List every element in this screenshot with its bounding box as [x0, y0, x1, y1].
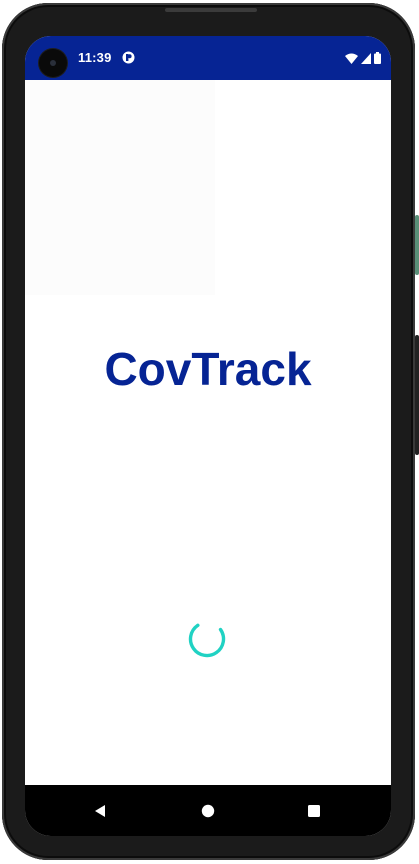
- earpiece-speaker: [165, 8, 257, 12]
- recents-icon[interactable]: [302, 799, 326, 823]
- device-screen: 11:39 CovTrack: [25, 36, 391, 836]
- status-bar: 11:39: [25, 36, 391, 80]
- back-icon[interactable]: [88, 799, 112, 823]
- power-button: [415, 215, 419, 275]
- background-panel: [25, 80, 215, 295]
- front-camera: [39, 49, 67, 77]
- status-time: 11:39: [78, 50, 112, 65]
- device-viewport: 11:39 CovTrack: [0, 0, 419, 864]
- home-icon[interactable]: [196, 799, 220, 823]
- splash-screen: CovTrack: [25, 80, 391, 785]
- progress-spinner: [186, 618, 228, 660]
- wifi-icon: [345, 53, 358, 64]
- app-notification-icon: [122, 51, 135, 64]
- status-icons: [345, 51, 381, 65]
- app-title: CovTrack: [104, 343, 312, 395]
- volume-button: [415, 335, 419, 455]
- navigation-bar: [25, 785, 391, 836]
- battery-icon: [374, 52, 381, 64]
- cellular-signal-icon: [361, 52, 371, 64]
